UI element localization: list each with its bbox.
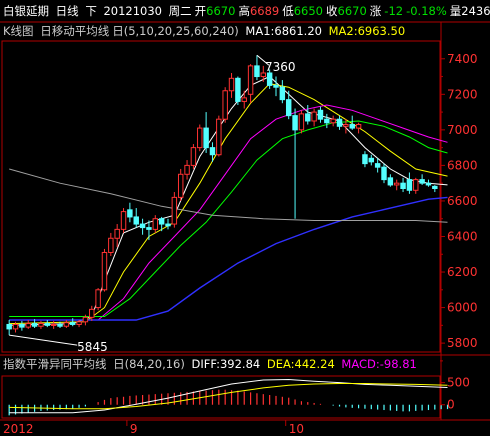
candle-body	[298, 113, 305, 131]
candle-body	[349, 124, 355, 129]
high-annotation: 7360	[265, 60, 296, 74]
candle-body	[152, 218, 159, 230]
price-tick-label: 6000	[447, 301, 478, 315]
candle-body	[127, 209, 133, 218]
candles	[6, 55, 438, 336]
candle-body	[413, 179, 419, 191]
price-tick-label: 6600	[447, 194, 478, 208]
candle-body	[197, 127, 203, 149]
candle-body	[362, 154, 368, 165]
candle-body	[406, 179, 413, 191]
price-tick-label: 6800	[447, 158, 478, 172]
candle-body	[69, 322, 76, 325]
ma25-line	[9, 120, 448, 317]
candle-body	[165, 223, 171, 227]
candle-body	[190, 147, 197, 166]
candle-body	[209, 147, 216, 156]
candle-body	[432, 185, 438, 190]
candle-body	[222, 90, 228, 120]
candle-body	[12, 323, 19, 330]
macd-tick-label: 500	[447, 376, 470, 390]
candle-body	[336, 118, 343, 127]
candle-body	[273, 84, 279, 88]
candle-body	[279, 86, 286, 101]
candle-body	[285, 99, 292, 117]
ma5-line	[9, 75, 448, 326]
candle-body	[95, 289, 101, 309]
candle-body	[139, 223, 146, 229]
diff-line	[9, 378, 448, 414]
candle-body	[387, 177, 394, 186]
price-tick-label: 7400	[447, 52, 478, 66]
moving-averages	[9, 75, 448, 326]
candle-body	[50, 323, 57, 326]
candle-body	[317, 109, 324, 120]
candle-body	[203, 127, 209, 149]
candle-body	[89, 308, 95, 318]
candle-body	[57, 323, 63, 327]
candle-body	[76, 321, 82, 325]
candle-body	[184, 164, 190, 175]
candle-body	[114, 228, 120, 239]
candle-body	[19, 323, 25, 328]
candle-body	[120, 211, 127, 230]
candle-body	[266, 72, 273, 86]
candle-body	[228, 77, 235, 92]
candle-body	[425, 182, 432, 186]
candle-body	[108, 237, 114, 253]
macd-panel-frame	[1, 375, 441, 419]
candle-body	[311, 111, 317, 122]
ma60-line	[9, 196, 448, 321]
candle-body	[38, 323, 44, 327]
price-tick-label: 5800	[447, 336, 478, 350]
candle-body	[6, 323, 12, 330]
x-tick-label: 2012	[3, 422, 34, 436]
candle-body	[44, 323, 51, 326]
x-tick-label: 9	[130, 422, 138, 436]
candle-body	[133, 216, 139, 225]
price-tick-label: 6200	[447, 265, 478, 279]
candle-body	[400, 182, 406, 190]
candle-body	[101, 251, 108, 291]
candle-body	[393, 182, 400, 186]
candle-body	[381, 166, 387, 181]
candle-body	[324, 118, 330, 124]
x-tick-label: 10	[289, 422, 304, 436]
candle-body	[305, 113, 311, 122]
candle-body	[171, 196, 178, 225]
candle-body	[355, 124, 362, 129]
candle-body	[216, 118, 222, 156]
candle-body	[419, 179, 425, 184]
price-tick-label: 7000	[447, 123, 478, 137]
ma10-line	[9, 83, 448, 325]
candle-body	[330, 118, 336, 124]
candle-body	[247, 65, 254, 95]
low-annotation: 5845	[77, 340, 108, 354]
price-panel-frame	[1, 40, 441, 353]
candle-body	[343, 124, 349, 127]
candle-body	[254, 65, 260, 78]
candle-body	[25, 323, 31, 328]
candle-body	[368, 157, 375, 163]
price-tick-label: 6400	[447, 229, 478, 243]
macd-tick-label: 0	[447, 398, 455, 412]
candle-body	[158, 218, 165, 225]
low-pointer	[9, 334, 78, 346]
candle-body	[177, 173, 184, 198]
price-tick-label: 7200	[447, 87, 478, 101]
candle-body	[146, 227, 152, 230]
candle-body	[235, 77, 241, 102]
candle-body	[82, 316, 89, 323]
macd-panel	[8, 378, 449, 416]
price-chart[interactable]: 7360 5845 7400 7200 7000 6800 6600 6400 6200 600…	[0, 0, 490, 436]
annotations: 7360 5845	[9, 54, 296, 354]
ma20-line	[9, 104, 448, 321]
candle-body	[292, 115, 298, 131]
dea-line	[9, 383, 448, 410]
candle-body	[63, 322, 70, 327]
candle-body	[241, 97, 247, 102]
candle-body	[31, 323, 38, 327]
axes: 7400 7200 7000 6800 6600 6400 6200 6000 5800 500 0…	[3, 52, 478, 436]
candle-body	[374, 163, 381, 168]
